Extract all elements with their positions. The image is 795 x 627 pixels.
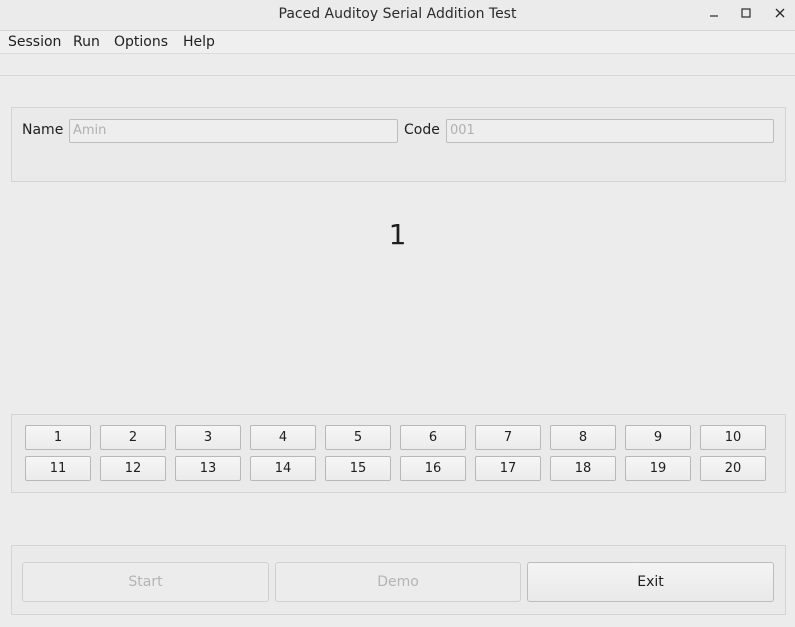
answer-button-7[interactable]: 7 xyxy=(475,425,541,450)
answer-button-5[interactable]: 5 xyxy=(325,425,391,450)
menu-help[interactable]: Help xyxy=(183,34,215,50)
answer-button-12[interactable]: 12 xyxy=(100,456,166,481)
menu-session[interactable]: Session xyxy=(8,34,61,50)
name-field[interactable]: Amin xyxy=(69,119,398,143)
menu-bar: Session Run Options Help xyxy=(0,31,795,54)
answer-button-18[interactable]: 18 xyxy=(550,456,616,481)
answer-button-10[interactable]: 10 xyxy=(700,425,766,450)
answer-button-19[interactable]: 19 xyxy=(625,456,691,481)
answer-button-1[interactable]: 1 xyxy=(25,425,91,450)
answer-button-9[interactable]: 9 xyxy=(625,425,691,450)
answer-button-11[interactable]: 11 xyxy=(25,456,91,481)
answer-button-8[interactable]: 8 xyxy=(550,425,616,450)
maximize-glyph xyxy=(741,8,751,18)
close-glyph xyxy=(775,8,785,18)
code-field[interactable]: 001 xyxy=(446,119,774,143)
answer-button-13[interactable]: 13 xyxy=(175,456,241,481)
start-button[interactable]: Start xyxy=(22,562,269,602)
exit-button[interactable]: Exit xyxy=(527,562,774,602)
title-bar: Paced Auditoy Serial Addition Test xyxy=(0,0,795,31)
menu-options[interactable]: Options xyxy=(114,34,168,50)
answer-button-4[interactable]: 4 xyxy=(250,425,316,450)
answer-button-17[interactable]: 17 xyxy=(475,456,541,481)
close-icon[interactable] xyxy=(768,4,792,26)
answer-button-20[interactable]: 20 xyxy=(700,456,766,481)
answer-button-2[interactable]: 2 xyxy=(100,425,166,450)
window-title: Paced Auditoy Serial Addition Test xyxy=(278,6,517,22)
answer-button-16[interactable]: 16 xyxy=(400,456,466,481)
maximize-icon[interactable] xyxy=(734,4,758,26)
menu-run[interactable]: Run xyxy=(73,34,100,50)
answer-button-3[interactable]: 3 xyxy=(175,425,241,450)
answer-button-15[interactable]: 15 xyxy=(325,456,391,481)
current-number-display: 1 xyxy=(388,218,407,251)
minimize-icon[interactable] xyxy=(702,4,726,26)
code-label: Code xyxy=(404,122,440,138)
answer-button-14[interactable]: 14 xyxy=(250,456,316,481)
answer-button-6[interactable]: 6 xyxy=(400,425,466,450)
name-label: Name xyxy=(22,122,64,138)
minimize-glyph xyxy=(710,15,718,17)
toolbar-strip xyxy=(0,54,795,76)
demo-button[interactable]: Demo xyxy=(275,562,521,602)
